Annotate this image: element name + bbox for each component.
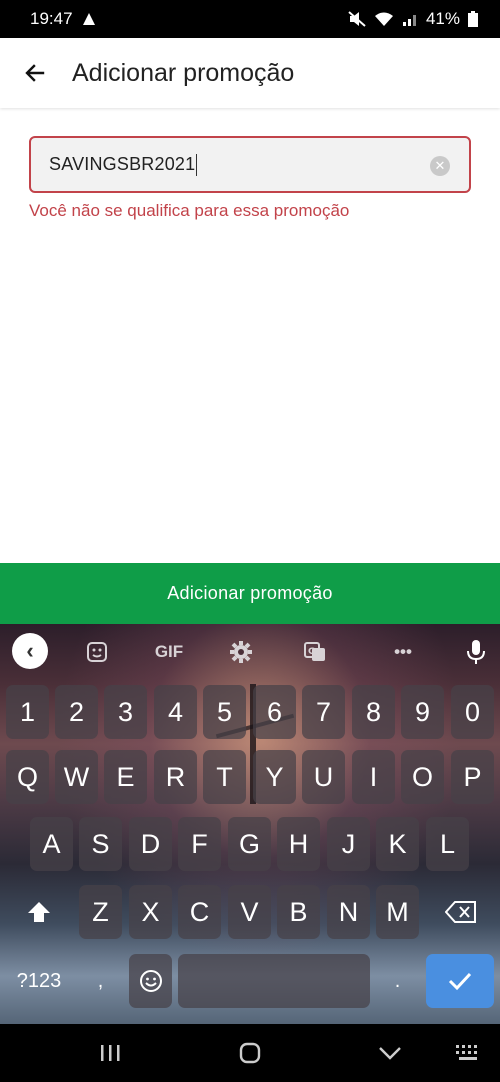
key-h[interactable]: H	[277, 817, 320, 871]
status-bar: 19:47 41%	[0, 0, 500, 38]
key-t[interactable]: T	[203, 750, 246, 804]
backspace-key[interactable]	[428, 885, 494, 939]
key-n[interactable]: N	[327, 885, 370, 939]
key-0[interactable]: 0	[451, 685, 494, 739]
emoji-icon	[139, 970, 162, 992]
key-5[interactable]: 5	[203, 685, 246, 739]
key-r[interactable]: R	[154, 750, 197, 804]
keyboard-toolbar: ‹ GIF G •••	[0, 624, 500, 680]
notification-icon	[82, 13, 95, 25]
key-f[interactable]: F	[178, 817, 221, 871]
keyboard-collapse-button[interactable]: ‹	[12, 633, 48, 669]
shift-icon	[28, 902, 50, 922]
microphone-icon	[467, 640, 485, 664]
key-l[interactable]: L	[426, 817, 469, 871]
emoji-key[interactable]	[129, 954, 172, 1008]
recent-apps-button[interactable]	[90, 1036, 130, 1070]
shift-key[interactable]	[6, 885, 72, 939]
key-9[interactable]: 9	[401, 685, 444, 739]
period-key[interactable]: .	[376, 954, 419, 1008]
clear-input-button[interactable]: ✕	[430, 156, 450, 176]
app-bar: Adicionar promoção	[0, 38, 500, 108]
text-cursor	[196, 153, 198, 176]
battery-percent: 41%	[425, 9, 460, 28]
key-7[interactable]: 7	[302, 685, 345, 739]
key-3[interactable]: 3	[104, 685, 147, 739]
signal-icon	[402, 15, 416, 26]
chevron-down-icon	[379, 1047, 401, 1060]
translate-icon: G	[304, 642, 325, 661]
navigation-bar	[0, 1024, 500, 1082]
key-p[interactable]: P	[451, 750, 494, 804]
key-v[interactable]: V	[228, 885, 271, 939]
key-4[interactable]: 4	[154, 685, 197, 739]
home-icon	[239, 1042, 261, 1064]
soft-keyboard: ‹ GIF G ••• 1 2 3 4 5 6 7 8 9 0 Q W E R …	[0, 624, 500, 1024]
key-o[interactable]: O	[401, 750, 444, 804]
key-i[interactable]: I	[352, 750, 395, 804]
key-b[interactable]: B	[277, 885, 320, 939]
status-time: 19:47	[30, 9, 73, 28]
key-z[interactable]: Z	[79, 885, 122, 939]
more-options-button[interactable]: •••	[384, 634, 422, 670]
sticker-button[interactable]	[80, 634, 114, 670]
key-6[interactable]: 6	[253, 685, 296, 739]
key-j[interactable]: J	[327, 817, 370, 871]
gear-icon	[230, 641, 252, 663]
close-icon: ✕	[434, 158, 446, 173]
key-k[interactable]: K	[376, 817, 419, 871]
keyboard-switch-button[interactable]	[448, 1036, 488, 1070]
key-1[interactable]: 1	[6, 685, 49, 739]
promo-error-message: Você não se qualifica para essa promoção	[29, 201, 350, 220]
key-s[interactable]: S	[79, 817, 122, 871]
voice-input-button[interactable]	[462, 634, 490, 670]
done-key[interactable]	[426, 954, 494, 1008]
back-button[interactable]	[18, 56, 52, 90]
key-u[interactable]: U	[302, 750, 345, 804]
promo-code-value: SAVINGSBR2021	[49, 154, 196, 174]
key-a[interactable]: A	[30, 817, 73, 871]
symbols-key[interactable]: ?123	[6, 954, 72, 1008]
checkmark-icon	[448, 972, 472, 991]
gif-button[interactable]: GIF	[148, 634, 190, 670]
wifi-icon	[374, 12, 393, 26]
key-x[interactable]: X	[129, 885, 172, 939]
arrow-left-icon	[25, 64, 45, 82]
backspace-icon	[445, 901, 476, 923]
battery-icon	[468, 11, 478, 27]
translate-button[interactable]: G	[298, 634, 332, 670]
promo-code-input[interactable]: SAVINGSBR2021 ✕	[29, 136, 471, 193]
settings-button[interactable]	[224, 634, 258, 670]
sticker-icon	[87, 642, 107, 662]
mute-icon	[348, 11, 366, 27]
space-key[interactable]	[178, 954, 370, 1008]
key-c[interactable]: C	[178, 885, 221, 939]
keyboard-icon	[456, 1045, 477, 1060]
key-e[interactable]: E	[104, 750, 147, 804]
chevron-left-icon: ‹	[26, 638, 34, 663]
key-g[interactable]: G	[228, 817, 271, 871]
key-y[interactable]: Y	[253, 750, 296, 804]
key-w[interactable]: W	[55, 750, 98, 804]
key-2[interactable]: 2	[55, 685, 98, 739]
key-d[interactable]: D	[129, 817, 172, 871]
recent-apps-icon	[101, 1045, 120, 1061]
hide-keyboard-button[interactable]	[370, 1036, 410, 1070]
home-button[interactable]	[230, 1036, 270, 1070]
add-promotion-button[interactable]: Adicionar promoção	[0, 563, 500, 624]
key-q[interactable]: Q	[6, 750, 49, 804]
page-title: Adicionar promoção	[72, 58, 295, 87]
svg-text:G: G	[308, 647, 315, 657]
key-8[interactable]: 8	[352, 685, 395, 739]
key-m[interactable]: M	[376, 885, 419, 939]
comma-key[interactable]: ,	[79, 954, 122, 1008]
